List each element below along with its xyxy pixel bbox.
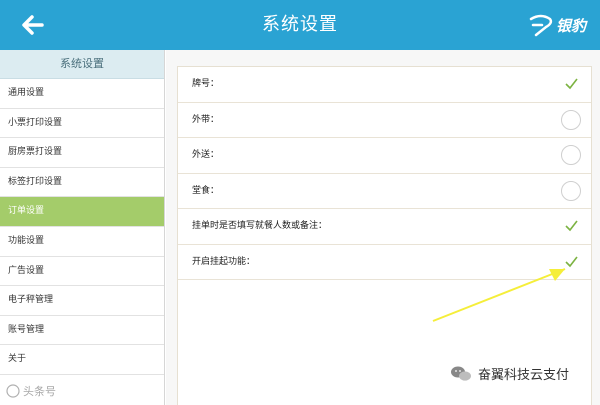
- watermark-right-text: 奋翼科技云支付: [478, 368, 570, 383]
- setting-toggle[interactable]: [561, 109, 581, 130]
- app-header: 系统设置 银豹: [0, 0, 600, 50]
- sidebar-item-general[interactable]: 通用设置: [0, 79, 164, 109]
- sidebar-item-functions[interactable]: 功能设置: [0, 227, 164, 257]
- sidebar-item-receipt-print[interactable]: 小票打印设置: [0, 109, 164, 139]
- sidebar-item-order-settings[interactable]: 订单设置: [0, 197, 164, 227]
- sidebar: 系统设置 通用设置 小票打印设置 厨房票打设置 标签打印设置 订单设置 功能设置…: [0, 50, 165, 405]
- setting-row-delivery[interactable]: 外送：: [178, 138, 591, 174]
- watermark-left-text: 头条号: [23, 385, 56, 398]
- sidebar-title: 系统设置: [0, 50, 164, 79]
- setting-label: 堂食：: [192, 185, 220, 196]
- setting-toggle[interactable]: [561, 180, 581, 201]
- setting-row-dine-in[interactable]: 堂食：: [178, 174, 591, 209]
- sidebar-item-account[interactable]: 账号管理: [0, 316, 164, 346]
- annotation-arrow-icon: [432, 268, 566, 322]
- setting-toggle[interactable]: [561, 216, 581, 236]
- setting-label: 挂单时是否填写就餐人数或备注：: [192, 221, 328, 231]
- brand-name: 银豹: [555, 16, 586, 35]
- wechat-icon: [451, 366, 471, 381]
- checkmark-icon: [565, 78, 578, 90]
- sidebar-item-scale[interactable]: 电子秤管理: [0, 286, 164, 316]
- empty-circle-icon: [561, 180, 581, 201]
- setting-row-hold-note[interactable]: 挂单时是否填写就餐人数或备注：: [178, 209, 591, 245]
- setting-row-takeaway[interactable]: 外带：: [178, 103, 591, 138]
- watermark-left: 头条号: [6, 383, 56, 399]
- checkmark-icon: [565, 220, 578, 232]
- setting-toggle[interactable]: [561, 74, 581, 94]
- page-title: 系统设置: [262, 14, 338, 35]
- empty-circle-icon: [561, 109, 581, 130]
- setting-label: 外带：: [192, 114, 220, 125]
- watermark-right: 奋翼科技云支付: [450, 364, 569, 383]
- setting-row-table-number[interactable]: 牌号：: [178, 67, 591, 103]
- brand-logo: 银豹: [528, 11, 586, 39]
- empty-circle-icon: [561, 145, 581, 165]
- sidebar-item-kitchen-print[interactable]: 厨房票打设置: [0, 138, 164, 168]
- setting-label: 开启挂起功能：: [192, 256, 256, 267]
- setting-label: 牌号：: [192, 79, 220, 89]
- order-settings-panel: 牌号： 外带： 外送： 堂食： 挂单时是否填写就餐人数或备注： 开启挂起功能：: [177, 66, 592, 405]
- headline-logo-icon: [6, 384, 20, 398]
- sidebar-item-about[interactable]: 关于: [0, 345, 164, 375]
- setting-toggle[interactable]: [561, 145, 581, 165]
- setting-label: 外送：: [192, 150, 220, 160]
- sidebar-item-label-print[interactable]: 标签打印设置: [0, 168, 164, 198]
- brand-mark-icon: [529, 14, 553, 37]
- sidebar-item-ads[interactable]: 广告设置: [0, 257, 164, 287]
